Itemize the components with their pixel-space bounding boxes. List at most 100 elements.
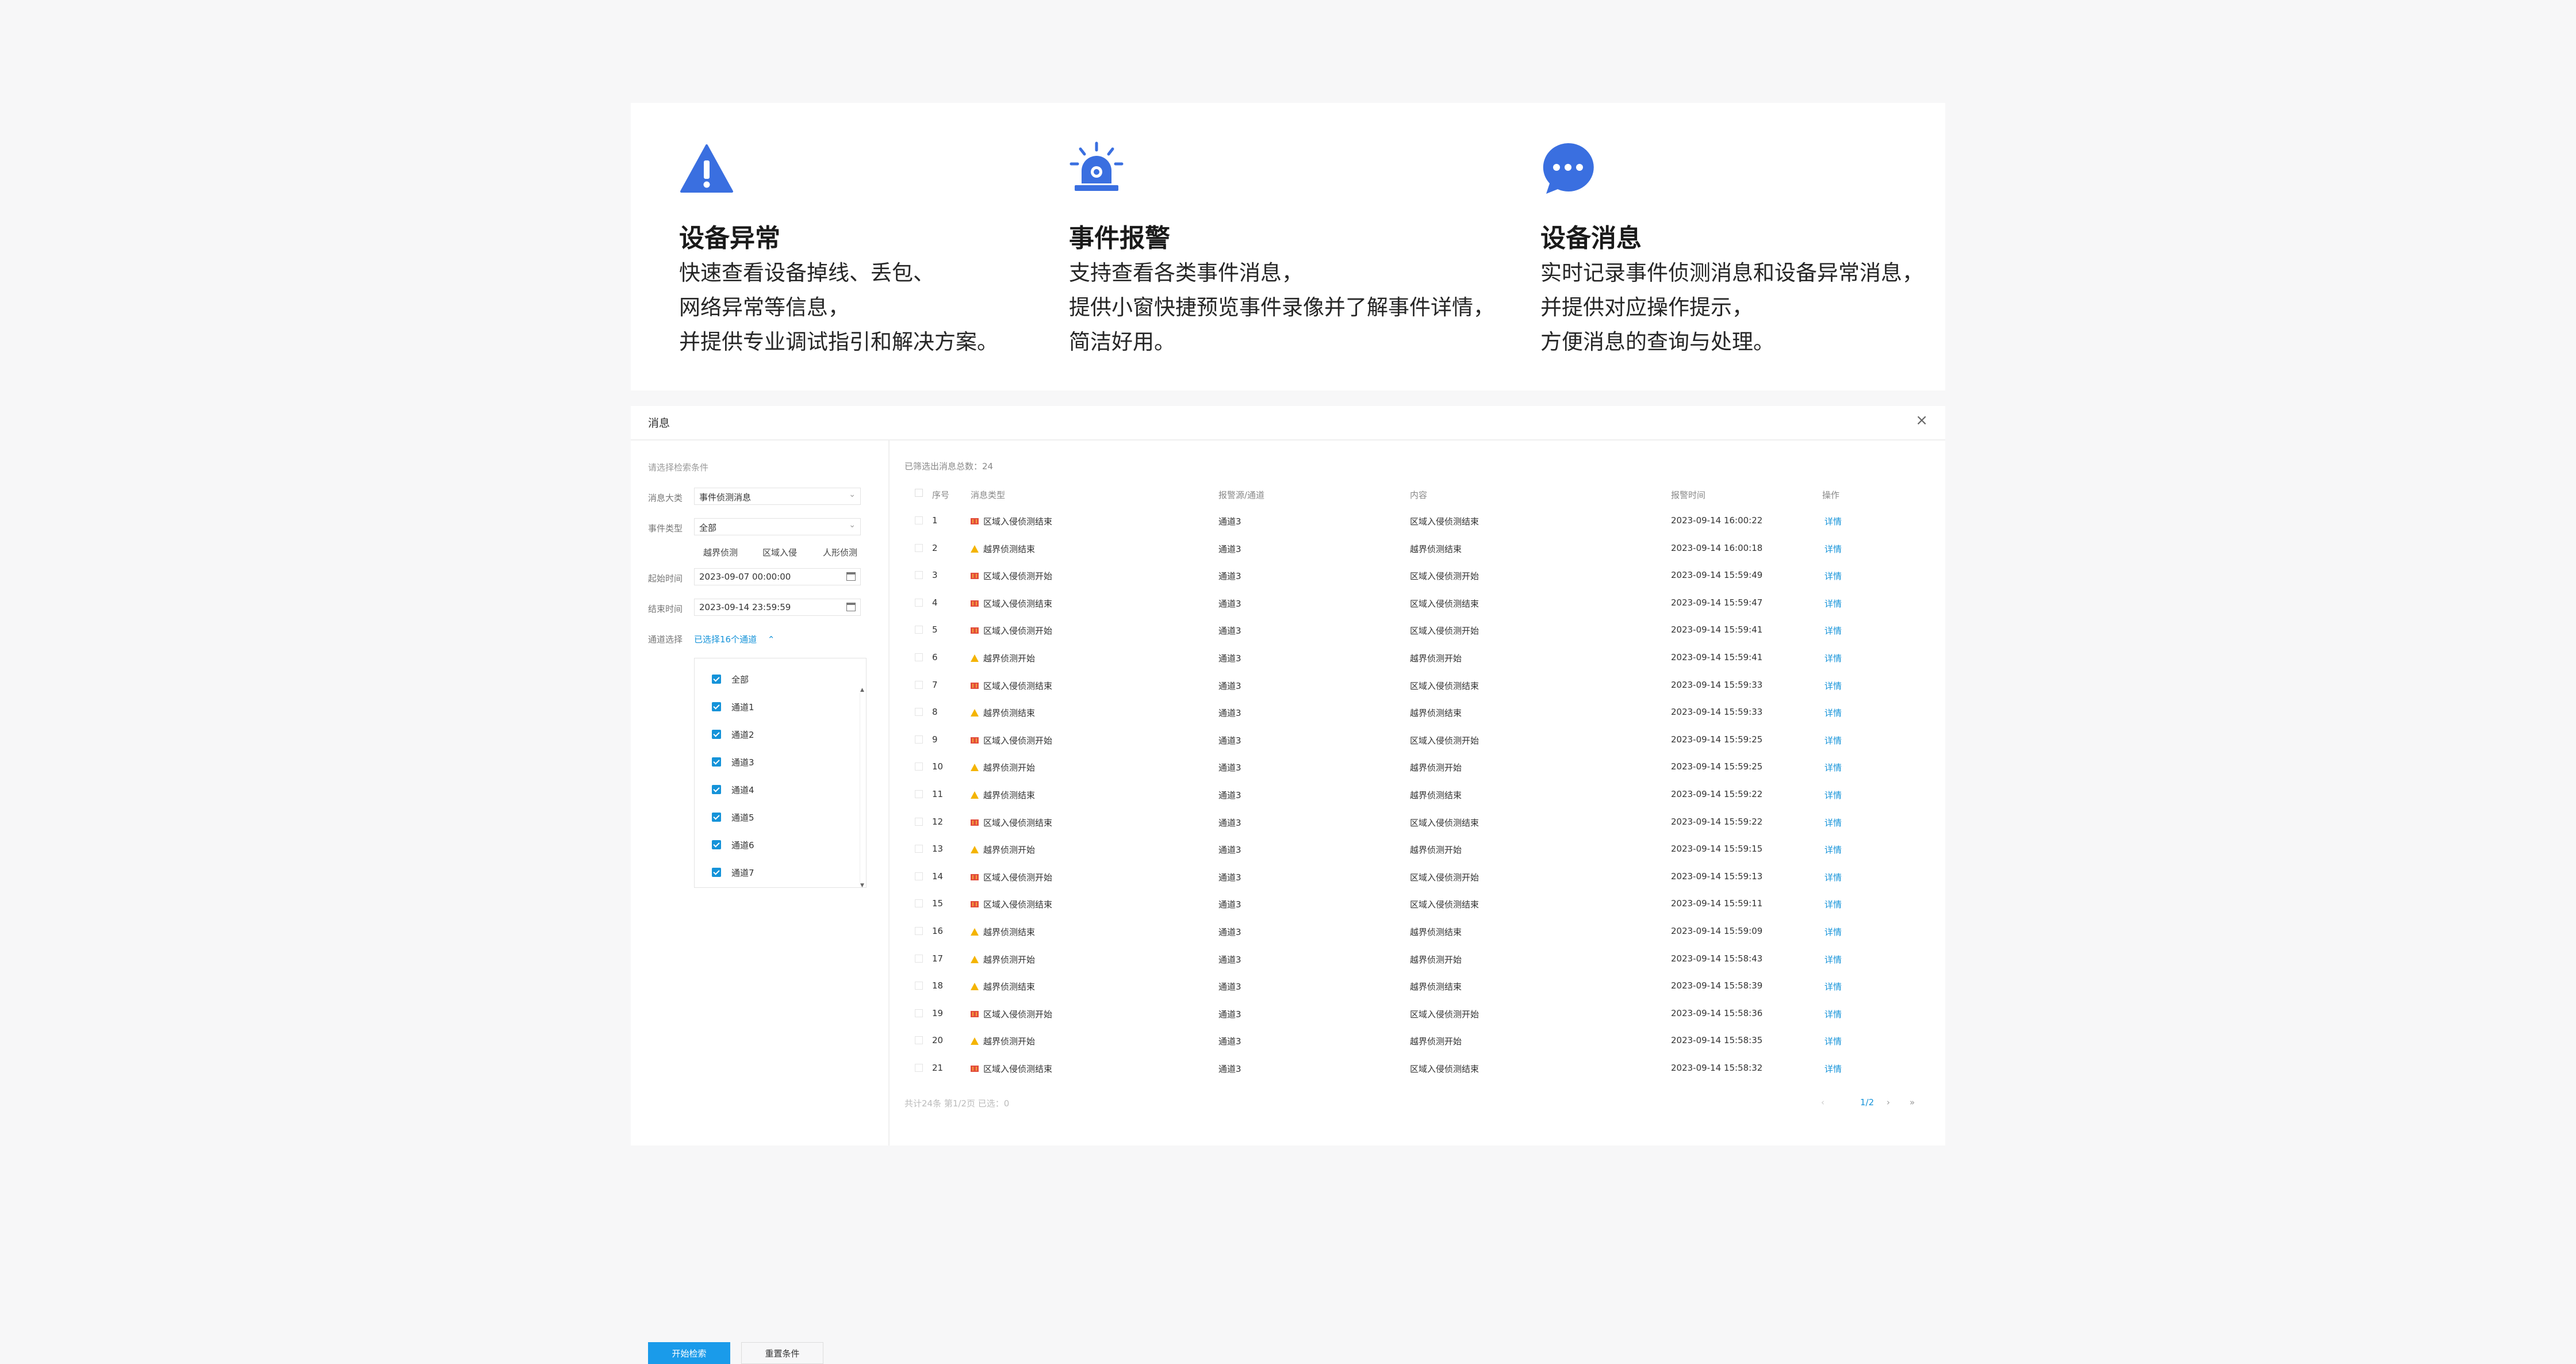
table-row[interactable]: 21 区域入侵侦测结束 通道3 区域入侵侦测结束 2023-09-14 15:58:32… <box>904 1058 1928 1078</box>
category-select[interactable]: 事件侦测消息 ⌄ <box>694 488 861 505</box>
table-row[interactable]: 4 区域入侵侦测结束 通道3 区域入侵侦测结束 2023-09-14 15:59:47 详… <box>904 593 1928 612</box>
table-row[interactable]: 12 区域入侵侦测结束 通道3 区域入侵侦测结束 2023-09-14 15:59:22… <box>904 812 1928 832</box>
row-type: 越界侦测开始 <box>971 953 1035 965</box>
checkbox[interactable] <box>712 813 721 822</box>
page-indicator[interactable]: 1/2 <box>1860 1097 1874 1108</box>
row-checkbox[interactable] <box>915 626 923 634</box>
row-checkbox[interactable] <box>915 817 923 826</box>
detail-link[interactable]: 详情 <box>1824 953 1842 965</box>
channel-option[interactable]: 通道5 <box>712 810 754 824</box>
detail-link[interactable]: 详情 <box>1824 761 1842 773</box>
row-checkbox[interactable] <box>915 845 923 853</box>
event-type-select[interactable]: 全部 ⌄ <box>694 518 861 535</box>
row-checkbox[interactable] <box>915 735 923 744</box>
detail-link[interactable]: 详情 <box>1824 926 1842 938</box>
table-row[interactable]: 8 越界侦测结束 通道3 越界侦测结束 2023-09-14 15:59:33 详情 <box>904 702 1928 722</box>
checkbox[interactable] <box>712 730 721 739</box>
table-row[interactable]: 20 越界侦测开始 通道3 越界侦测开始 2023-09-14 15:58:35 详情 <box>904 1030 1928 1050</box>
last-page-icon[interactable]: » <box>1910 1097 1915 1108</box>
row-checkbox[interactable] <box>915 982 923 990</box>
detail-link[interactable]: 详情 <box>1824 543 1842 555</box>
row-checkbox[interactable] <box>915 927 923 935</box>
checkbox[interactable] <box>712 675 721 684</box>
detail-link[interactable]: 详情 <box>1824 515 1842 527</box>
row-content: 区域入侵侦测结束 <box>1410 899 1479 910</box>
detail-link[interactable]: 详情 <box>1824 597 1842 610</box>
table-row[interactable]: 2 越界侦测结束 通道3 越界侦测结束 2023-09-14 16:00:18 详情 <box>904 538 1928 558</box>
detail-link[interactable]: 详情 <box>1824 1035 1842 1047</box>
checkbox[interactable] <box>712 757 721 767</box>
row-checkbox[interactable] <box>915 598 923 607</box>
next-page-icon[interactable]: › <box>1887 1097 1890 1108</box>
table-row[interactable]: 10 越界侦测开始 通道3 越界侦测开始 2023-09-14 15:59:25 详情 <box>904 757 1928 776</box>
scrollbar[interactable]: ▲ ▼ <box>860 687 865 888</box>
table-row[interactable]: 17 越界侦测开始 通道3 越界侦测开始 2023-09-14 15:58:43 详情 <box>904 949 1928 968</box>
table-row[interactable]: 14 区域入侵侦测开始 通道3 区域入侵侦测开始 2023-09-14 15:59:13… <box>904 867 1928 886</box>
row-checkbox[interactable] <box>915 763 923 771</box>
channel-option[interactable]: 通道4 <box>712 783 754 796</box>
row-checkbox[interactable] <box>915 872 923 880</box>
row-checkbox[interactable] <box>915 708 923 717</box>
row-checkbox[interactable] <box>915 1009 923 1017</box>
detail-link[interactable]: 详情 <box>1824 652 1842 664</box>
detail-link[interactable]: 详情 <box>1824 898 1842 910</box>
channel-option[interactable]: 全部 <box>712 672 749 686</box>
row-checkbox[interactable] <box>915 1036 923 1045</box>
row-checkbox[interactable] <box>915 1064 923 1072</box>
row-checkbox[interactable] <box>915 899 923 908</box>
detail-link[interactable]: 详情 <box>1824 789 1842 801</box>
channel-select-toggle[interactable]: 已选择16个通道 ⌃ <box>694 633 775 645</box>
table-row[interactable]: 19 区域入侵侦测开始 通道3 区域入侵侦测开始 2023-09-14 15:58:36… <box>904 1003 1928 1023</box>
detail-link[interactable]: 详情 <box>1824 734 1842 746</box>
calendar-icon[interactable] <box>846 572 856 581</box>
prev-page-icon[interactable]: ‹ <box>1821 1097 1824 1108</box>
detail-link[interactable]: 详情 <box>1824 680 1842 692</box>
table-row[interactable]: 7 区域入侵侦测结束 通道3 区域入侵侦测结束 2023-09-14 15:59:33 详… <box>904 675 1928 695</box>
channel-option[interactable]: 通道3 <box>712 755 754 769</box>
row-checkbox[interactable] <box>915 543 923 552</box>
table-row[interactable]: 9 区域入侵侦测开始 通道3 区域入侵侦测开始 2023-09-14 15:59:25 详… <box>904 730 1928 749</box>
reset-button[interactable]: 重置条件 <box>741 1342 823 1364</box>
row-time: 2023-09-14 16:00:22 <box>1671 515 1763 526</box>
select-all-checkbox[interactable] <box>915 489 923 497</box>
channel-option[interactable]: 通道6 <box>712 838 754 852</box>
detail-link[interactable]: 详情 <box>1824 980 1842 993</box>
row-checkbox[interactable] <box>915 571 923 580</box>
search-button[interactable]: 开始检索 <box>648 1342 730 1364</box>
row-checkbox[interactable] <box>915 516 923 524</box>
checkbox[interactable] <box>712 702 721 711</box>
detail-link[interactable]: 详情 <box>1824 624 1842 637</box>
row-checkbox[interactable] <box>915 653 923 661</box>
channel-option[interactable]: 通道2 <box>712 727 754 741</box>
close-icon[interactable]: × <box>1915 412 1928 429</box>
end-time-input[interactable]: 2023-09-14 23:59:59 <box>694 599 861 616</box>
table-row[interactable]: 6 越界侦测开始 通道3 越界侦测开始 2023-09-14 15:59:41 详情 <box>904 647 1928 667</box>
table-row[interactable]: 3 区域入侵侦测开始 通道3 区域入侵侦测开始 2023-09-14 15:59:49 详… <box>904 565 1928 585</box>
checkbox[interactable] <box>712 868 721 877</box>
table-row[interactable]: 16 越界侦测结束 通道3 越界侦测结束 2023-09-14 15:59:09 详情 <box>904 921 1928 941</box>
table-row[interactable]: 1 区域入侵侦测结束 通道3 区域入侵侦测结束 2023-09-14 16:00:22 详… <box>904 511 1928 530</box>
channel-option[interactable]: 通道7 <box>712 865 754 879</box>
checkbox[interactable] <box>712 785 721 794</box>
detail-link[interactable]: 详情 <box>1824 844 1842 856</box>
detail-link[interactable]: 详情 <box>1824 1063 1842 1075</box>
detail-link[interactable]: 详情 <box>1824 707 1842 719</box>
checkbox[interactable] <box>712 840 721 849</box>
row-checkbox[interactable] <box>915 680 923 689</box>
scroll-up-icon[interactable]: ▲ <box>860 687 864 693</box>
table-row[interactable]: 13 越界侦测开始 通道3 越界侦测开始 2023-09-14 15:59:15 详情 <box>904 839 1928 859</box>
detail-link[interactable]: 详情 <box>1824 570 1842 582</box>
table-row[interactable]: 18 越界侦测结束 通道3 越界侦测结束 2023-09-14 15:58:39 详情 <box>904 976 1928 995</box>
table-row[interactable]: 15 区域入侵侦测结束 通道3 区域入侵侦测结束 2023-09-14 15:59:11… <box>904 894 1928 913</box>
row-checkbox[interactable] <box>915 790 923 798</box>
detail-link[interactable]: 详情 <box>1824 1008 1842 1020</box>
channel-option[interactable]: 通道1 <box>712 700 754 714</box>
detail-link[interactable]: 详情 <box>1824 871 1842 883</box>
table-row[interactable]: 11 越界侦测结束 通道3 越界侦测结束 2023-09-14 15:59:22 详情 <box>904 784 1928 804</box>
calendar-icon[interactable] <box>846 603 856 611</box>
row-checkbox[interactable] <box>915 954 923 963</box>
scroll-down-icon[interactable]: ▼ <box>860 883 864 888</box>
start-time-input[interactable]: 2023-09-07 00:00:00 <box>694 568 861 585</box>
detail-link[interactable]: 详情 <box>1824 817 1842 829</box>
table-row[interactable]: 5 区域入侵侦测开始 通道3 区域入侵侦测开始 2023-09-14 15:59:41 详… <box>904 620 1928 639</box>
